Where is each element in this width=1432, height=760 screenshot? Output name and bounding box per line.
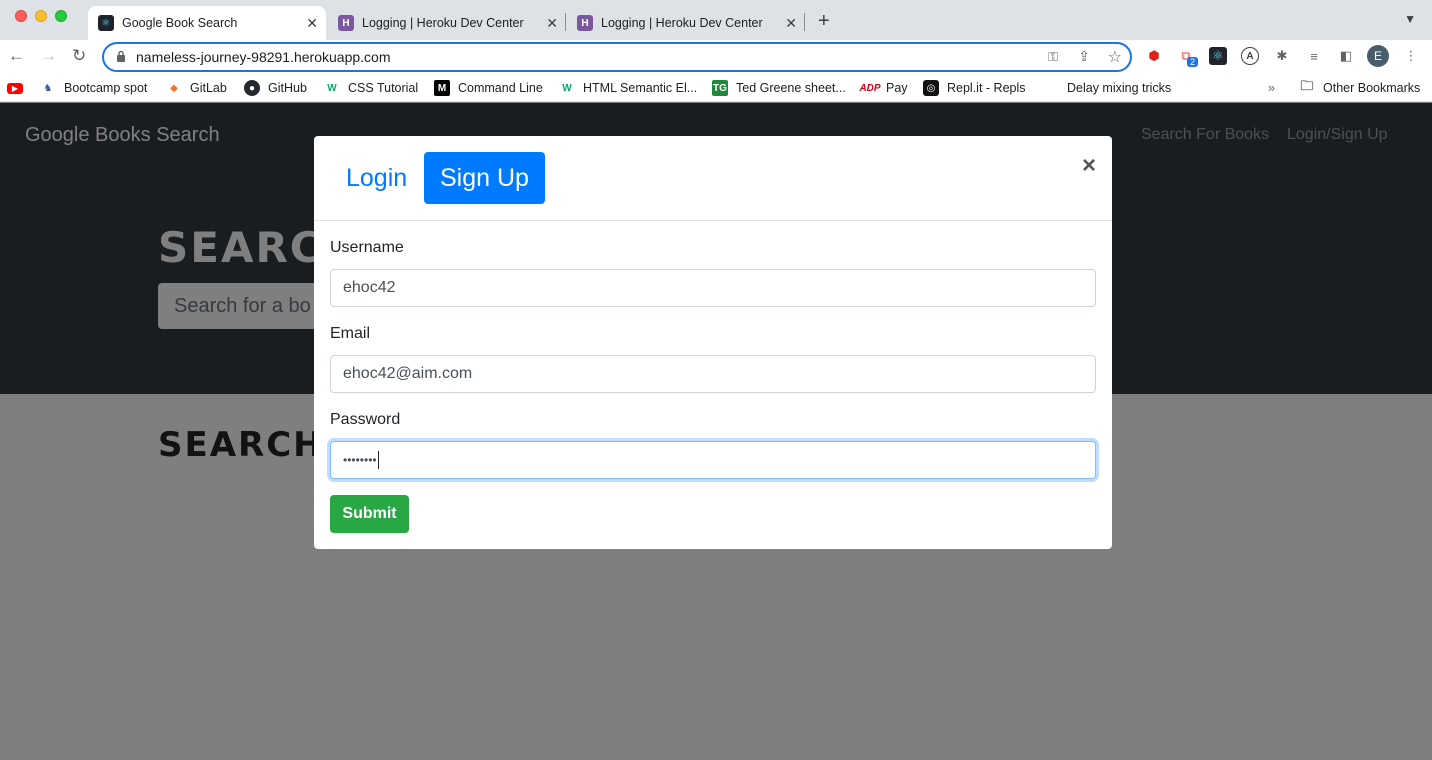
browser-tab-logging-2[interactable]: H Logging | Heroku Dev Center ✕ <box>567 6 805 40</box>
url-text: nameless-journey-98291.herokuapp.com <box>136 49 391 65</box>
react-devtools-icon[interactable]: ⚛ <box>1209 47 1227 65</box>
heroku-favicon-icon: H <box>577 15 593 31</box>
bootcamp-icon: ♞ <box>43 82 53 94</box>
password-key-icon[interactable]: ⚿ <box>1048 49 1058 65</box>
react-favicon-icon: ⚛ <box>98 15 114 31</box>
bookmark-label: GitLab <box>190 81 227 95</box>
tab-login[interactable]: Login <box>330 152 423 204</box>
text-caret <box>377 451 379 469</box>
bookmark-css-tutorial[interactable]: W CSS Tutorial <box>324 80 418 96</box>
bookmark-delay-mixing[interactable]: Delay mixing tricks <box>1067 80 1171 96</box>
close-tab-icon[interactable]: ✕ <box>785 15 797 32</box>
tab-signup[interactable]: Sign Up <box>424 152 545 204</box>
bookmark-label: Pay <box>886 81 908 95</box>
bookmark-github[interactable]: ● GitHub <box>244 80 307 96</box>
browser-tab-google-book-search[interactable]: ⚛ Google Book Search ✕ <box>88 6 326 40</box>
gitlab-icon: ◆ <box>170 82 178 94</box>
heroku-favicon-icon: H <box>338 15 354 31</box>
close-tab-icon[interactable]: ✕ <box>306 15 318 32</box>
email-label: Email <box>330 325 371 342</box>
back-arrow-icon[interactable]: ← <box>8 46 25 66</box>
bookmarks-overflow-icon[interactable]: » <box>1268 80 1275 96</box>
github-icon: ● <box>244 80 260 96</box>
tab-title: Logging | Heroku Dev Center <box>601 16 763 30</box>
tab-title: Logging | Heroku Dev Center <box>362 16 524 30</box>
bookmark-html-semantic[interactable]: W HTML Semantic El... <box>559 80 697 96</box>
close-tab-icon[interactable]: ✕ <box>546 15 558 32</box>
bookmark-label: CSS Tutorial <box>348 81 419 95</box>
translate-extension-icon[interactable]: A <box>1241 47 1259 65</box>
w3schools-icon: W <box>327 82 337 94</box>
ublock-extension-icon[interactable]: ⬢ <box>1145 47 1163 65</box>
bookmark-label: GitHub <box>268 81 307 95</box>
window-maximize-button[interactable] <box>55 10 67 22</box>
browser-tab-logging-1[interactable]: H Logging | Heroku Dev Center ✕ <box>328 6 566 40</box>
auth-modal: Login Sign Up × Username ehoc42 Email eh… <box>314 136 1112 549</box>
youtube-icon: ▶ <box>7 82 23 94</box>
modal-header: Login Sign Up × <box>314 136 1112 221</box>
bookmark-label: Ted Greene sheet... <box>736 81 846 95</box>
password-field[interactable]: •••••••• <box>330 441 1096 479</box>
side-panel-icon[interactable]: ◧ <box>1337 47 1355 65</box>
window-minimize-button[interactable] <box>35 10 47 22</box>
tab-separator <box>565 13 566 31</box>
email-value: ehoc42@aim.com <box>343 365 473 382</box>
bookmark-gitlab[interactable]: ◆ GitLab <box>166 80 227 96</box>
share-icon[interactable]: ⇪ <box>1078 48 1090 65</box>
browser-menu-icon[interactable]: ⋮ <box>1402 47 1420 65</box>
media-queue-icon[interactable]: ≡ <box>1305 47 1323 65</box>
bookmark-ted-greene[interactable]: TG Ted Greene sheet... <box>712 80 846 96</box>
bookmark-bootcamp-spot[interactable]: ♞ Bootcamp spot <box>40 80 148 96</box>
profile-avatar[interactable]: E <box>1367 45 1389 67</box>
bookmark-youtube[interactable]: ▶ <box>7 80 31 96</box>
new-tab-icon[interactable]: + <box>818 10 830 33</box>
bookmark-label: Command Line <box>458 81 543 95</box>
terminal-icon: M <box>434 80 450 96</box>
other-bookmarks-label: Other Bookmarks <box>1323 81 1421 95</box>
browser-tab-bar: ⚛ Google Book Search ✕ H Logging | Herok… <box>0 0 1432 40</box>
browser-toolbar: ← → ↻ nameless-journey-98291.herokuapp.c… <box>0 40 1432 74</box>
address-bar[interactable]: nameless-journey-98291.herokuapp.com ⚿ ⇪… <box>102 42 1132 72</box>
other-bookmarks-folder[interactable]: 🗀 Other Bookmarks <box>1299 78 1421 96</box>
username-field[interactable]: ehoc42 <box>330 269 1096 307</box>
adp-icon: ADP <box>859 82 881 94</box>
submit-button[interactable]: Submit <box>330 495 409 533</box>
password-label: Password <box>330 411 401 428</box>
reload-icon[interactable]: ↻ <box>72 46 86 66</box>
close-icon[interactable]: × <box>1082 152 1096 180</box>
bookmark-label: Delay mixing tricks <box>1067 81 1172 95</box>
bookmark-label: Repl.it - Repls <box>947 81 1026 95</box>
bookmark-command-line[interactable]: M Command Line <box>434 80 543 96</box>
extension-badge: 2 <box>1187 57 1199 67</box>
tab-separator <box>804 13 805 31</box>
tab-search-chevron-icon[interactable]: ▼ <box>1404 12 1416 26</box>
bookmark-label: HTML Semantic El... <box>583 81 698 95</box>
forward-arrow-icon[interactable]: → <box>40 46 57 66</box>
extensions-puzzle-icon[interactable]: ✱ <box>1273 47 1291 65</box>
lock-icon <box>117 50 125 62</box>
bookmark-replit[interactable]: ◎ Repl.it - Repls <box>923 80 1026 96</box>
bookmarks-bar: ▶ ♞ Bootcamp spot ◆ GitLab ● GitHub W CS… <box>0 74 1432 102</box>
w3schools-icon: W <box>562 82 572 94</box>
tab-title: Google Book Search <box>122 16 238 30</box>
bookmark-star-icon[interactable]: ☆ <box>1108 47 1122 67</box>
username-value: ehoc42 <box>343 279 396 296</box>
username-label: Username <box>330 239 404 256</box>
window-close-button[interactable] <box>15 10 27 22</box>
bookmark-pay[interactable]: ADP Pay <box>859 80 908 96</box>
replit-icon: ◎ <box>923 80 939 96</box>
password-value: •••••••• <box>343 453 377 467</box>
ted-greene-icon: TG <box>712 80 728 96</box>
folder-icon: 🗀 <box>1300 78 1314 93</box>
email-field[interactable]: ehoc42@aim.com <box>330 355 1096 393</box>
bookmark-label: Bootcamp spot <box>64 81 148 95</box>
